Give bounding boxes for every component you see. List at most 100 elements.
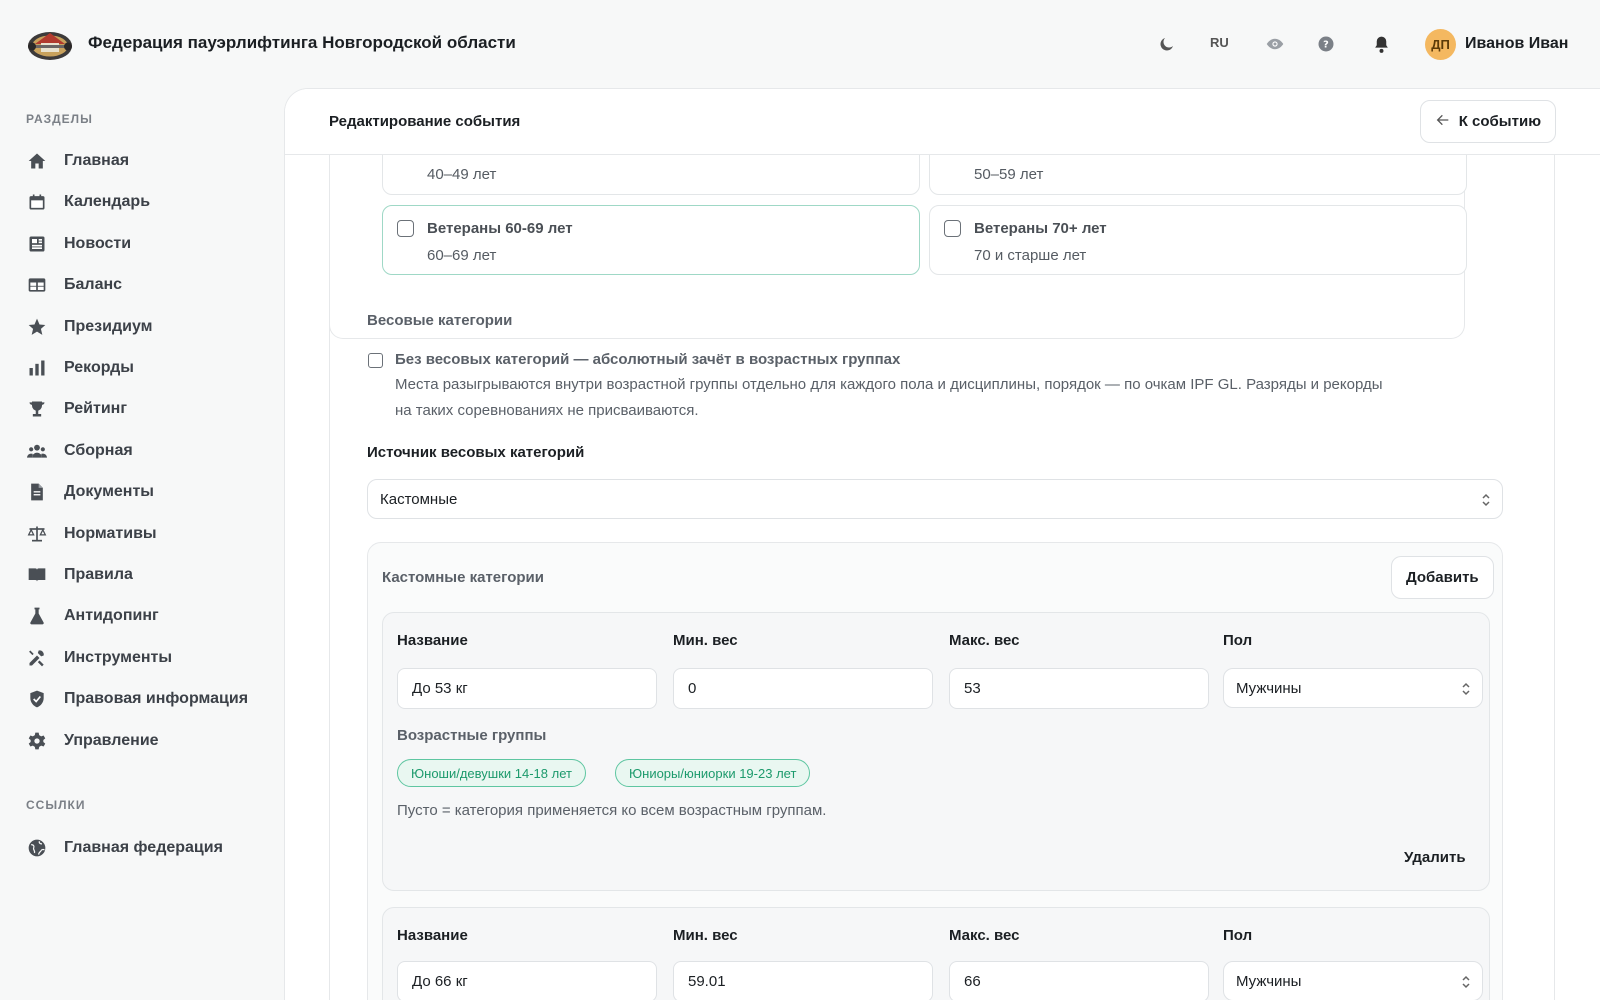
add-category-button[interactable]: Добавить [1391, 556, 1494, 599]
category-max-label: Макс. вес [949, 927, 1020, 944]
category-name-input[interactable]: До 66 кг [397, 961, 657, 1000]
category-min-weight-input[interactable]: 0 [673, 668, 933, 709]
moon-icon[interactable] [1157, 34, 1177, 54]
weight-source-select[interactable]: Кастомные [367, 479, 1503, 519]
sidebar-link-label: Главная федерация [64, 839, 223, 856]
sidebar-sections-heading: РАЗДЕЛЫ [26, 112, 93, 126]
sidebar: РАЗДЕЛЫ Главная Календарь Новости Баланс… [0, 88, 284, 1000]
top-bar: Федерация пауэрлифтинга Новгородской обл… [0, 0, 1600, 88]
age-group-range: 70 и старше лет [974, 247, 1087, 264]
sidebar-item-tools[interactable]: Инструменты [26, 644, 172, 672]
category-name-label: Название [397, 927, 468, 944]
sidebar-item-rating[interactable]: Рейтинг [26, 395, 127, 423]
sidebar-item-label: Сборная [64, 442, 133, 459]
category-name-input[interactable]: До 53 кг [397, 668, 657, 709]
scales-icon [26, 523, 48, 545]
sidebar-item-label: Документы [64, 483, 154, 500]
sidebar-item-label: Антидопинг [64, 607, 159, 624]
avatar[interactable]: ДП [1425, 29, 1456, 60]
flask-icon [26, 605, 48, 627]
age-group-checkbox[interactable] [944, 220, 961, 237]
age-group-range: 40–49 лет [427, 166, 497, 183]
category-min-weight-input[interactable]: 59.01 [673, 961, 933, 1000]
sidebar-links-heading: ССЫЛКИ [26, 798, 86, 812]
table-icon [26, 274, 48, 296]
category-name-label: Название [397, 632, 468, 649]
sidebar-link-main-federation[interactable]: Главная федерация [26, 834, 223, 862]
sidebar-item-home[interactable]: Главная [26, 147, 129, 175]
document-icon [26, 481, 48, 503]
age-group-title: Ветераны 60-69 лет [427, 220, 573, 237]
back-to-event-label: К событию [1458, 113, 1541, 130]
category-age-groups-label: Возрастные группы [397, 727, 547, 744]
age-group-chip[interactable]: Юниоры/юниорки 19-23 лет [615, 759, 811, 787]
sidebar-item-management[interactable]: Управление [26, 727, 159, 755]
user-name[interactable]: Иванов Иван [1465, 35, 1568, 53]
trophy-icon [26, 398, 48, 420]
age-group-range: 60–69 лет [427, 247, 497, 264]
category-sex-select[interactable]: Мужчины [1223, 668, 1483, 708]
delete-category-button[interactable]: Удалить [1404, 849, 1466, 866]
age-group-card-veterans-60-69[interactable]: Ветераны 60-69 лет 60–69 лет [382, 205, 920, 275]
sidebar-item-legal[interactable]: Правовая информация [26, 685, 248, 713]
arrow-left-icon [1435, 112, 1451, 132]
category-sex-label: Пол [1223, 632, 1253, 649]
globe-icon [26, 837, 48, 859]
help-icon[interactable]: ? [1316, 34, 1336, 54]
sidebar-item-label: Президиум [64, 318, 153, 335]
sidebar-item-balance[interactable]: Баланс [26, 271, 122, 299]
eye-icon[interactable] [1265, 34, 1285, 54]
category-max-weight-input[interactable]: 66 [949, 961, 1209, 1000]
sidebar-item-label: Главная [64, 152, 130, 169]
brand-title[interactable]: Федерация пауэрлифтинга Новгородской обл… [88, 33, 516, 53]
sidebar-item-label: Инструменты [64, 649, 173, 666]
no-weight-categories-checkbox[interactable] [368, 353, 383, 368]
category-max-weight-input[interactable]: 53 [949, 668, 1209, 709]
gear-icon [26, 730, 48, 752]
svg-text:?: ? [1323, 39, 1329, 50]
federation-logo[interactable] [26, 24, 74, 64]
weight-source-label: Источник весовых категорий [367, 444, 585, 461]
category-max-label: Макс. вес [949, 632, 1020, 649]
page-title: Редактирование события [329, 113, 521, 130]
age-group-card-veterans-70[interactable]: Ветераны 70+ лет 70 и старше лет [929, 205, 1467, 275]
chevron-updown-icon [1480, 491, 1492, 509]
sidebar-item-label: Правовая информация [64, 690, 249, 707]
category-min-label: Мин. вес [673, 927, 738, 944]
age-group-chip[interactable]: Юноши/девушки 14-18 лет [397, 759, 586, 787]
custom-categories-label: Кастомные категории [382, 569, 544, 586]
sidebar-item-team[interactable]: Сборная [26, 437, 133, 465]
sidebar-item-label: Правила [64, 566, 133, 583]
weight-source-value: Кастомные [380, 490, 458, 508]
sidebar-item-norms[interactable]: Нормативы [26, 520, 157, 548]
calendar-icon [26, 191, 48, 213]
page-header: Редактирование события К событию [285, 89, 1600, 155]
main-panel: Редактирование события К событию 40–49 л… [284, 88, 1600, 1000]
sidebar-item-records[interactable]: Рекорды [26, 354, 134, 382]
sidebar-item-news[interactable]: Новости [26, 230, 131, 258]
no-weight-categories-label[interactable]: Без весовых категорий — абсолютный зачёт… [395, 351, 900, 368]
sidebar-item-presidium[interactable]: Президиум [26, 313, 152, 341]
language-switch[interactable]: RU [1210, 35, 1229, 50]
age-group-checkbox[interactable] [397, 220, 414, 237]
sidebar-item-antidoping[interactable]: Антидопинг [26, 602, 159, 630]
sidebar-item-label: Рейтинг [64, 400, 128, 417]
sidebar-item-label: Управление [64, 732, 159, 749]
weight-category-card [382, 612, 1490, 891]
bell-icon[interactable] [1371, 34, 1391, 54]
sidebar-item-documents[interactable]: Документы [26, 478, 154, 506]
sidebar-item-label: Нормативы [64, 525, 157, 542]
shield-icon [26, 688, 48, 710]
sidebar-item-calendar[interactable]: Календарь [26, 188, 150, 216]
category-sex-label: Пол [1223, 927, 1253, 944]
back-to-event-button[interactable]: К событию [1419, 100, 1556, 143]
news-icon [26, 233, 48, 255]
tools-icon [26, 647, 48, 669]
category-sex-select[interactable]: Мужчины [1223, 961, 1483, 1000]
no-weight-categories-description: Места разыгрываются внутри возрастной гр… [395, 376, 1383, 419]
sidebar-item-label: Новости [64, 235, 132, 252]
chevron-updown-icon [1460, 973, 1472, 991]
sidebar-item-rules[interactable]: Правила [26, 561, 133, 589]
sidebar-item-label: Баланс [64, 276, 123, 293]
book-icon [26, 564, 48, 586]
